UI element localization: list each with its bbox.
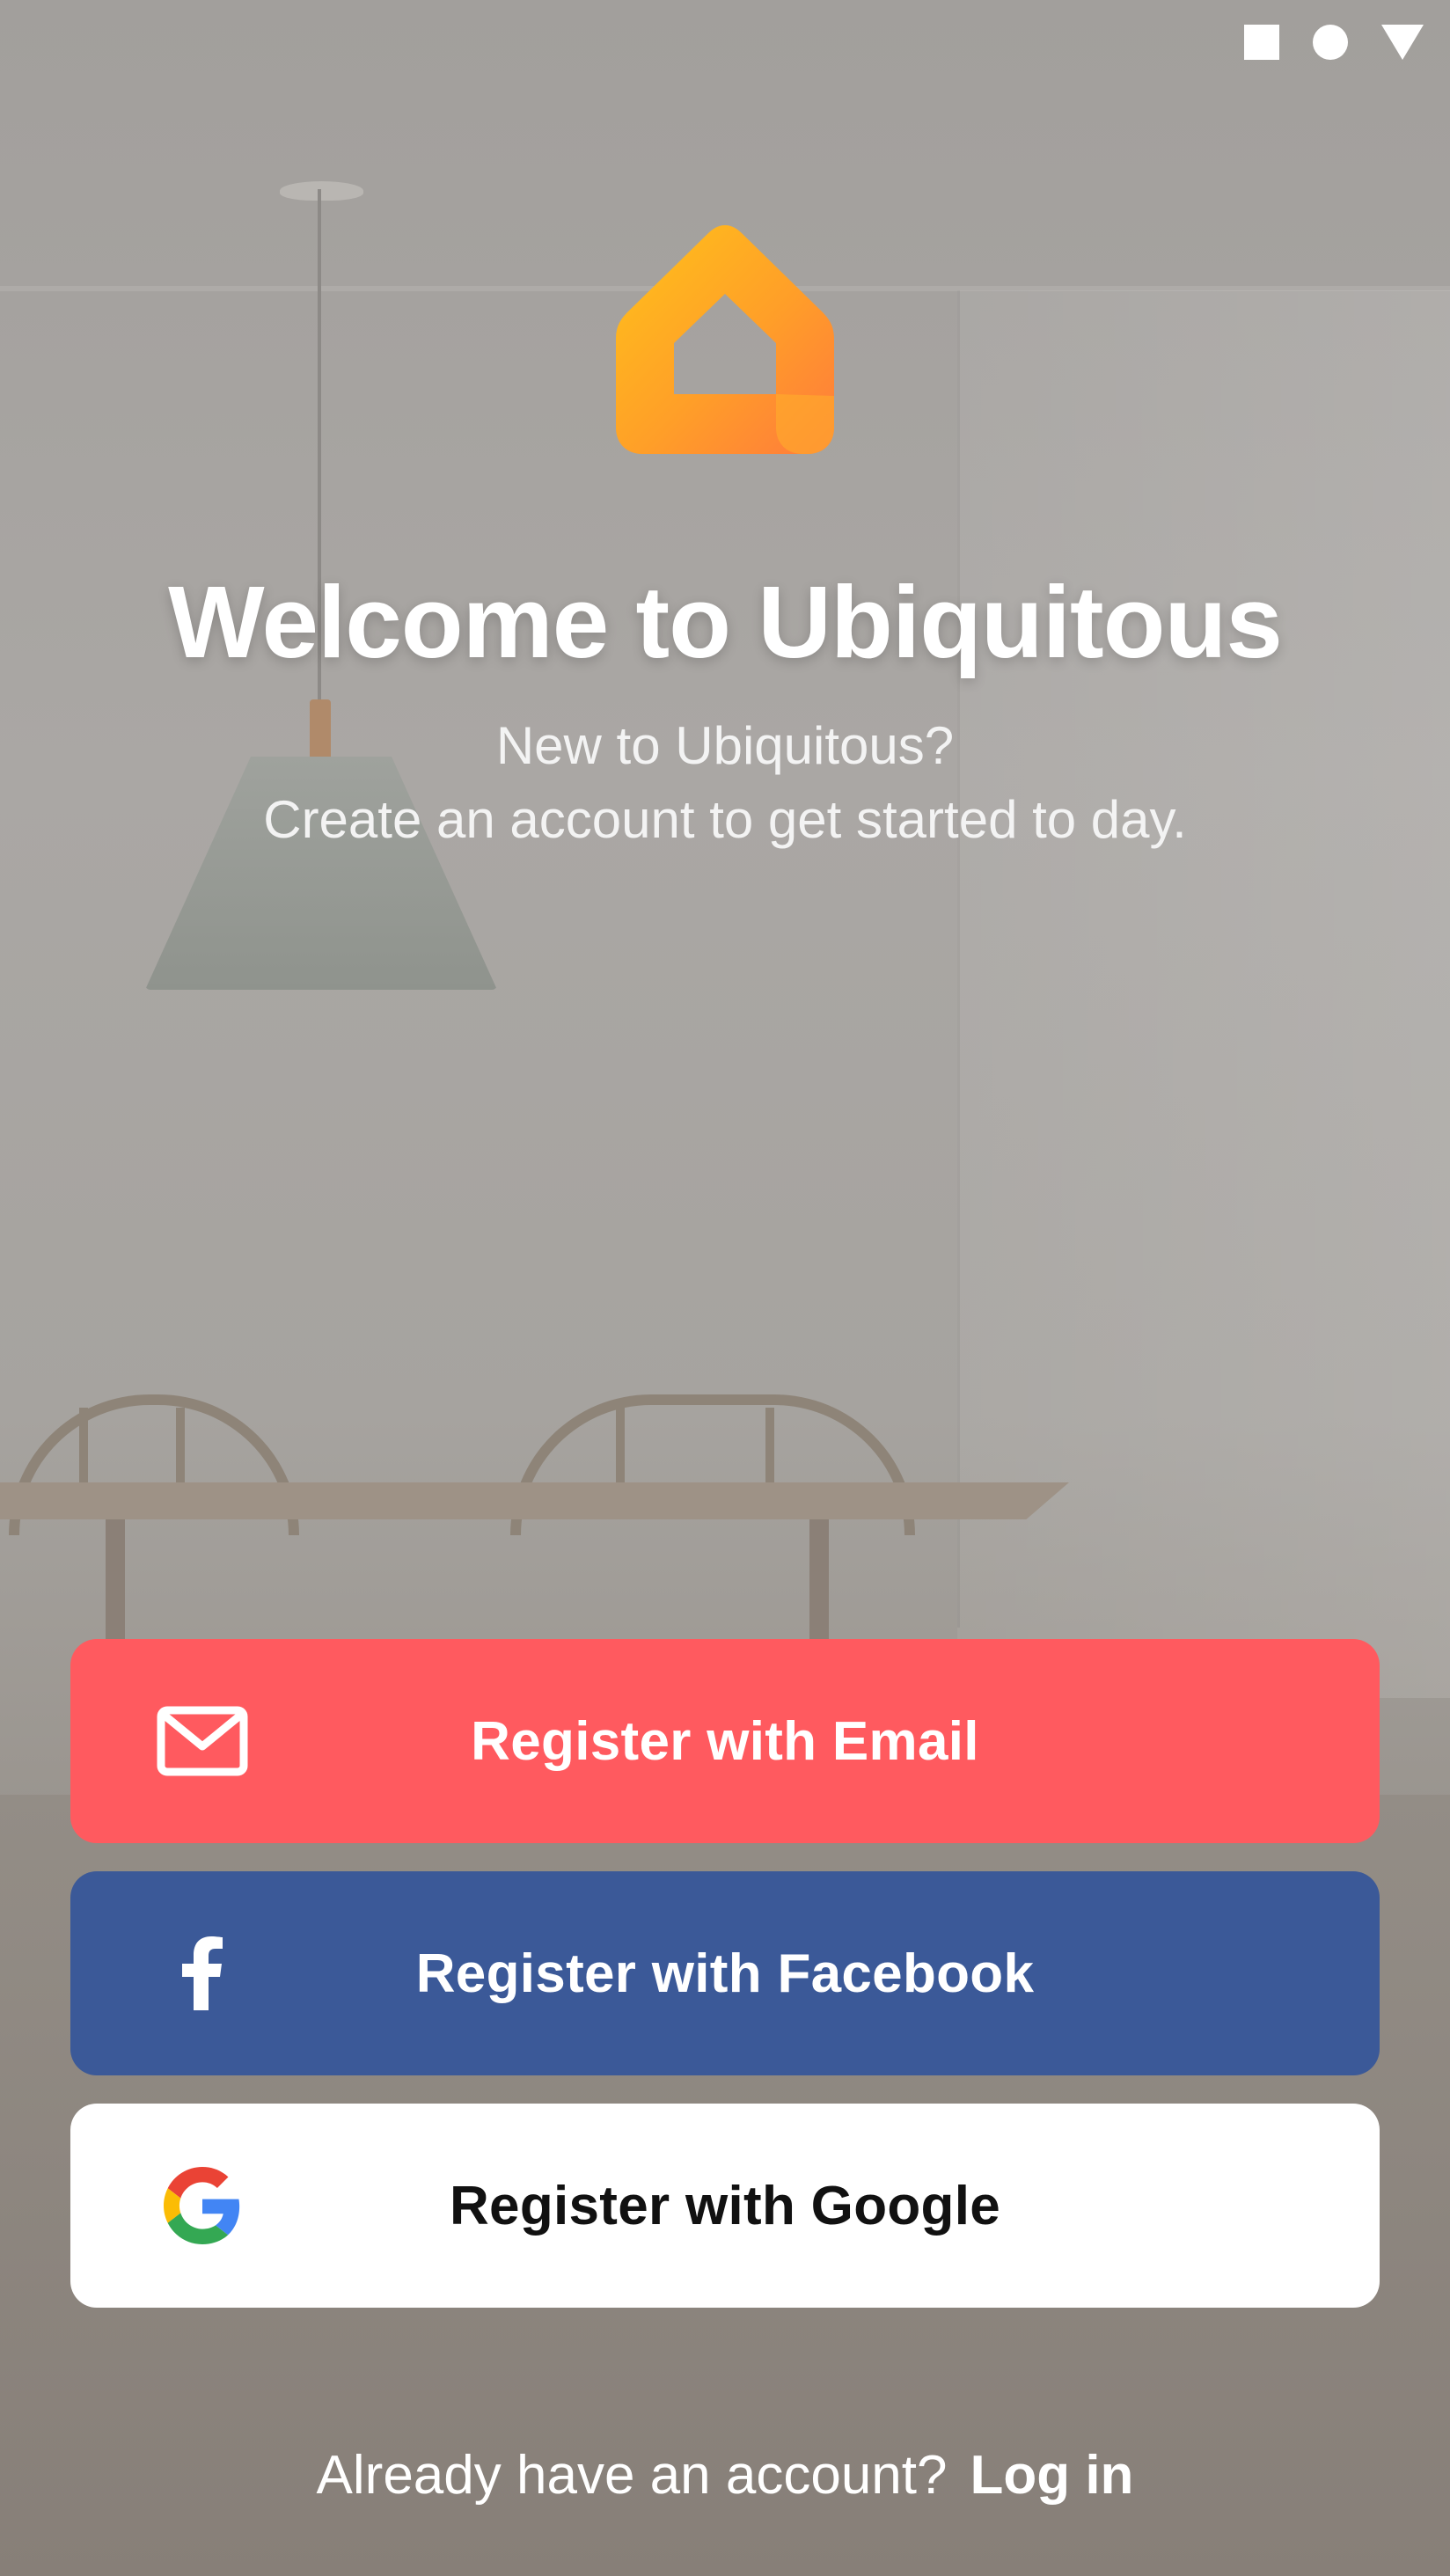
wall-edge xyxy=(957,290,960,1628)
register-google-button[interactable]: Register with Google xyxy=(70,2104,1380,2308)
register-facebook-label: Register with Facebook xyxy=(415,1943,1035,2004)
triangle-icon xyxy=(1381,25,1424,60)
house-icon xyxy=(614,220,836,456)
register-facebook-button[interactable]: Register with Facebook xyxy=(70,1871,1380,2075)
facebook-icon xyxy=(157,1928,248,2019)
register-email-button[interactable]: Register with Email xyxy=(70,1639,1380,1843)
login-prompt: Already have an account? Log in xyxy=(0,2444,1450,2506)
subtitle-line-1: New to Ubiquitous? xyxy=(495,716,955,775)
register-email-label: Register with Email xyxy=(471,1710,979,1772)
login-prompt-text: Already have an account? xyxy=(316,2445,948,2506)
table-top xyxy=(0,1482,1069,1519)
square-icon xyxy=(1244,25,1279,60)
envelope-icon xyxy=(157,1695,248,1787)
register-google-label: Register with Google xyxy=(449,2175,1001,2236)
status-bar xyxy=(1244,25,1424,60)
login-link[interactable]: Log in xyxy=(970,2444,1133,2506)
page-subtitle: New to Ubiquitous? Create an account to … xyxy=(0,709,1450,857)
circle-icon xyxy=(1313,25,1348,60)
lamp-mount xyxy=(280,181,363,201)
google-icon xyxy=(157,2160,248,2251)
page-title: Welcome to Ubiquitous xyxy=(168,565,1283,679)
subtitle-line-2: Create an account to get started to day. xyxy=(263,790,1187,849)
